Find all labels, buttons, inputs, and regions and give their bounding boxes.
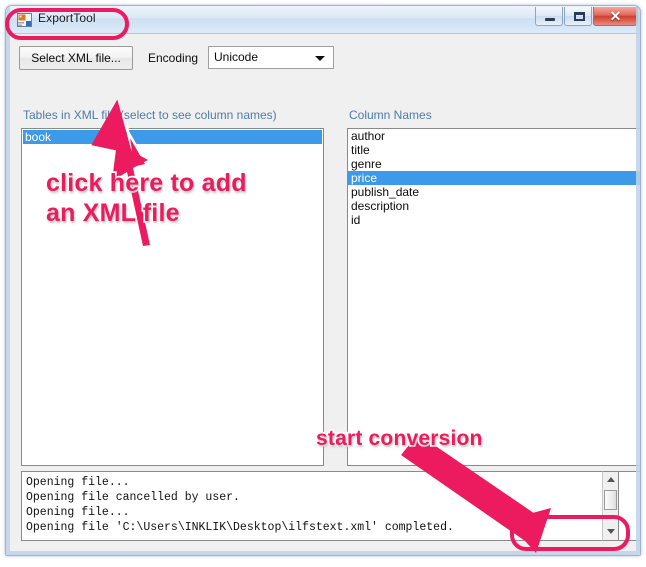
window-controls: ✕ — [534, 7, 638, 26]
close-icon: ✕ — [609, 8, 622, 24]
list-item[interactable]: genre — [348, 157, 640, 171]
log-text: Opening file... Opening file cancelled b… — [26, 476, 454, 534]
scroll-up-arrow-icon[interactable] — [603, 472, 618, 488]
screenshot-root: ExportTool ✕ Select XML file... Encoding… — [0, 0, 646, 567]
scrollbar-thumb[interactable] — [604, 490, 617, 510]
tables-list-label: Tables in XML file (select to see column… — [23, 108, 277, 122]
convert-to-csv-button[interactable]: Convert to CSV... — [526, 555, 633, 556]
minimize-icon — [545, 18, 555, 21]
encoding-label: Encoding — [148, 51, 199, 65]
list-item[interactable]: title — [348, 143, 640, 157]
title-bar[interactable]: ExportTool ✕ — [6, 6, 640, 34]
application-form-icon — [17, 13, 32, 27]
encoding-selected-value: Unicode — [214, 50, 259, 64]
encoding-combobox[interactable]: Unicode — [208, 46, 334, 69]
list-item[interactable]: author — [348, 129, 640, 143]
list-item[interactable]: price — [348, 171, 640, 185]
columns-list-label: Column Names — [349, 108, 432, 122]
maximize-icon — [574, 12, 585, 21]
select-xml-file-button[interactable]: Select XML file... — [19, 46, 133, 70]
list-item[interactable]: id — [348, 213, 640, 227]
chevron-down-icon[interactable] — [315, 56, 325, 61]
list-item[interactable]: publish_date — [348, 185, 640, 199]
client-area: Select XML file... Encoding Unicode Tabl… — [10, 34, 640, 556]
list-item[interactable]: description — [348, 199, 640, 213]
window-title: ExportTool — [38, 11, 96, 25]
tables-listbox[interactable]: book — [21, 128, 324, 466]
log-output[interactable]: Opening file... Opening file cancelled b… — [21, 471, 640, 541]
scroll-down-arrow-icon[interactable] — [603, 524, 618, 540]
log-scrollbar[interactable] — [602, 471, 619, 541]
list-item[interactable]: book — [23, 130, 322, 144]
columns-listbox[interactable]: author title genre price publish_date de… — [347, 128, 640, 466]
maximize-button[interactable] — [564, 7, 592, 26]
minimize-button[interactable] — [535, 7, 563, 26]
close-button[interactable]: ✕ — [593, 7, 638, 26]
export-tool-window: ExportTool ✕ Select XML file... Encoding… — [5, 5, 641, 556]
